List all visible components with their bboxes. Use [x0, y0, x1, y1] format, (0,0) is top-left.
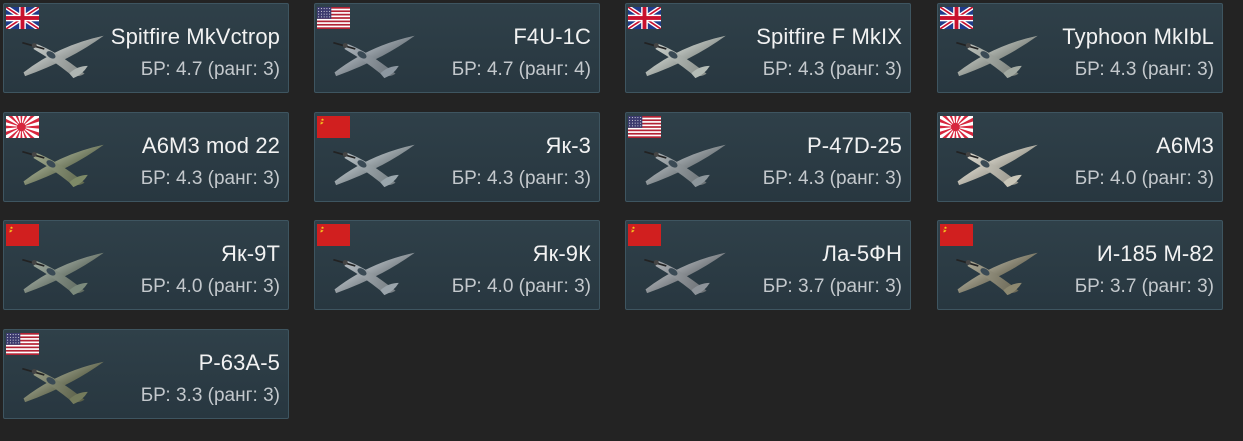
battle-rating: БР: 3.7 (ранг: 3) — [1074, 276, 1214, 297]
vehicle-card[interactable]: Typhoon MkIbL БР: 4.3 (ранг: 3) — [937, 3, 1223, 93]
battle-rating: БР: 4.7 (ранг: 3) — [140, 59, 280, 80]
vehicle-card[interactable]: A6M3 mod 22 БР: 4.3 (ранг: 3) — [3, 112, 289, 202]
aircraft-icon — [634, 131, 738, 197]
vehicle-name: Typhoon MkIbL — [1062, 24, 1214, 49]
vehicle-name: Spitfire MkVctrop — [110, 24, 280, 49]
vehicle-name: F4U-1C — [513, 24, 591, 49]
vehicle-card[interactable]: P-47D-25 БР: 4.3 (ранг: 3) — [625, 112, 911, 202]
battle-rating: БР: 3.3 (ранг: 3) — [140, 385, 280, 406]
vehicle-name: И-185 М-82 — [1096, 241, 1214, 266]
vehicle-card[interactable]: A6M3 БР: 4.0 (ранг: 3) — [937, 112, 1223, 202]
vehicle-card[interactable]: P-63A-5 БР: 3.3 (ранг: 3) — [3, 329, 289, 419]
aircraft-icon — [12, 239, 116, 305]
vehicle-card[interactable]: Spitfire MkVctrop БР: 4.7 (ранг: 3) — [3, 3, 289, 93]
battle-rating: БР: 4.7 (ранг: 4) — [451, 59, 591, 80]
vehicle-card[interactable]: Як-9К БР: 4.0 (ранг: 3) — [314, 220, 600, 310]
vehicle-card[interactable]: И-185 М-82 БР: 3.7 (ранг: 3) — [937, 220, 1223, 310]
aircraft-icon — [634, 239, 738, 305]
battle-rating: БР: 4.3 (ранг: 3) — [1074, 59, 1214, 80]
aircraft-icon — [634, 22, 738, 88]
battle-rating: БР: 4.3 (ранг: 3) — [140, 168, 280, 189]
aircraft-icon — [323, 131, 427, 197]
vehicle-name: A6M3 — [1156, 133, 1214, 158]
vehicle-name: P-63A-5 — [198, 350, 280, 375]
aircraft-icon — [12, 22, 116, 88]
vehicle-name: Як-3 — [545, 133, 591, 158]
vehicle-name: Як-9К — [532, 241, 591, 266]
aircraft-icon — [323, 22, 427, 88]
vehicle-card[interactable]: Як-9Т БР: 4.0 (ранг: 3) — [3, 220, 289, 310]
aircraft-icon — [323, 239, 427, 305]
aircraft-icon — [12, 348, 116, 414]
vehicle-name: P-47D-25 — [807, 133, 902, 158]
aircraft-icon — [946, 22, 1050, 88]
vehicle-name: A6M3 mod 22 — [141, 133, 280, 158]
vehicle-name: Ла-5ФН — [822, 241, 902, 266]
aircraft-icon — [946, 239, 1050, 305]
battle-rating: БР: 4.3 (ранг: 3) — [762, 59, 902, 80]
vehicle-card[interactable]: F4U-1C БР: 4.7 (ранг: 4) — [314, 3, 600, 93]
battle-rating: БР: 3.7 (ранг: 3) — [762, 276, 902, 297]
battle-rating: БР: 4.0 (ранг: 3) — [1074, 168, 1214, 189]
vehicle-name: Як-9Т — [220, 241, 280, 266]
battle-rating: БР: 4.0 (ранг: 3) — [451, 276, 591, 297]
vehicle-card[interactable]: Як-3 БР: 4.3 (ранг: 3) — [314, 112, 600, 202]
aircraft-icon — [12, 131, 116, 197]
aircraft-icon — [946, 131, 1050, 197]
vehicle-name: Spitfire F MkIX — [756, 24, 902, 49]
vehicle-card[interactable]: Ла-5ФН БР: 3.7 (ранг: 3) — [625, 220, 911, 310]
battle-rating: БР: 4.3 (ранг: 3) — [451, 168, 591, 189]
battle-rating: БР: 4.3 (ранг: 3) — [762, 168, 902, 189]
vehicle-card[interactable]: Spitfire F MkIX БР: 4.3 (ранг: 3) — [625, 3, 911, 93]
vehicle-grid: Spitfire MkVctrop БР: 4.7 (ранг: 3) F4U-… — [0, 0, 1243, 441]
battle-rating: БР: 4.0 (ранг: 3) — [140, 276, 280, 297]
